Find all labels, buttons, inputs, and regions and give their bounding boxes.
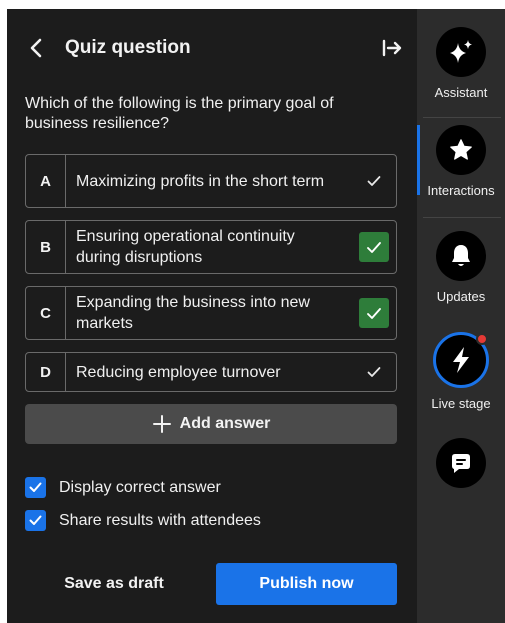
answer-text[interactable]: Ensuring operational continuity during d… (66, 221, 352, 273)
rail-label: Interactions (427, 183, 495, 198)
rail-label: Updates (436, 289, 486, 304)
lightning-icon (453, 347, 469, 373)
answer-letter: D (26, 353, 66, 391)
rail-item-assistant[interactable]: Assistant (417, 27, 505, 100)
rail-label: Assistant (434, 85, 488, 100)
mark-correct-toggle[interactable] (352, 287, 396, 339)
rail-item-updates[interactable]: Updates (417, 231, 505, 304)
chat-icon (452, 454, 470, 473)
rail-item-chat[interactable] (417, 438, 505, 488)
interactions-icon-button[interactable] (436, 125, 486, 175)
rail-divider (423, 217, 501, 218)
star-icon (450, 139, 472, 160)
answer-option-c[interactable]: C Expanding the business into new market… (25, 286, 397, 340)
live-stage-icon-button[interactable] (433, 332, 489, 388)
question-text: Which of the following is the primary go… (25, 95, 334, 132)
side-rail: Assistant Interactions Updates Live stag… (417, 9, 505, 623)
rail-item-live-stage[interactable]: Live stage (417, 332, 505, 411)
live-indicator-dot (476, 333, 488, 345)
share-results-label: Share results with attendees (59, 511, 261, 529)
mark-correct-toggle[interactable] (352, 221, 396, 273)
assistant-icon-button[interactable] (436, 27, 486, 77)
panel-header: Quiz question (7, 31, 417, 63)
add-answer-button[interactable]: Add answer (25, 404, 397, 444)
display-correct-answer-checkbox[interactable] (25, 477, 46, 498)
quiz-panel: Quiz question Which of the following is … (7, 9, 417, 623)
bell-icon (452, 245, 470, 266)
answer-option-a[interactable]: A Maximizing profits in the short term (25, 154, 397, 208)
share-results-option[interactable]: Share results with attendees (25, 510, 261, 531)
answer-text[interactable]: Reducing employee turnover (66, 353, 352, 391)
answer-text[interactable]: Expanding the business into new markets (66, 287, 352, 339)
rail-label: Live stage (431, 396, 491, 411)
answer-option-d[interactable]: D Reducing employee turnover (25, 352, 397, 392)
check-icon (29, 482, 42, 492)
updates-icon-button[interactable] (436, 231, 486, 281)
save-as-draft-button[interactable]: Save as draft (49, 569, 179, 599)
rail-divider (423, 117, 501, 118)
answer-letter: C (26, 287, 66, 339)
add-answer-label: Add answer (179, 415, 271, 432)
check-icon (29, 515, 42, 525)
back-button[interactable] (25, 35, 47, 61)
answer-text[interactable]: Maximizing profits in the short term (66, 155, 352, 207)
answer-letter: A (26, 155, 66, 207)
mark-correct-toggle[interactable] (352, 353, 396, 391)
display-correct-answer-option[interactable]: Display correct answer (25, 477, 221, 498)
arrow-right-to-line-icon (382, 39, 402, 57)
mark-correct-toggle[interactable] (352, 155, 396, 207)
check-icon (367, 367, 381, 377)
publish-now-button[interactable]: Publish now (216, 563, 397, 605)
check-icon (367, 307, 381, 319)
plus-icon (152, 415, 171, 433)
sparkle-icon (450, 40, 472, 63)
answer-letter: B (26, 221, 66, 273)
check-icon (367, 241, 381, 253)
correct-check-box (359, 298, 389, 328)
page-title: Quiz question (65, 37, 191, 58)
collapse-panel-button[interactable] (379, 35, 405, 61)
display-correct-answer-label: Display correct answer (59, 478, 221, 496)
chevron-left-icon (30, 38, 42, 58)
rail-item-interactions[interactable]: Interactions (417, 125, 505, 198)
chat-icon-button[interactable] (436, 438, 486, 488)
share-results-checkbox[interactable] (25, 510, 46, 531)
answer-option-b[interactable]: B Ensuring operational continuity during… (25, 220, 397, 274)
correct-check-box (359, 232, 389, 262)
check-icon (367, 176, 381, 186)
